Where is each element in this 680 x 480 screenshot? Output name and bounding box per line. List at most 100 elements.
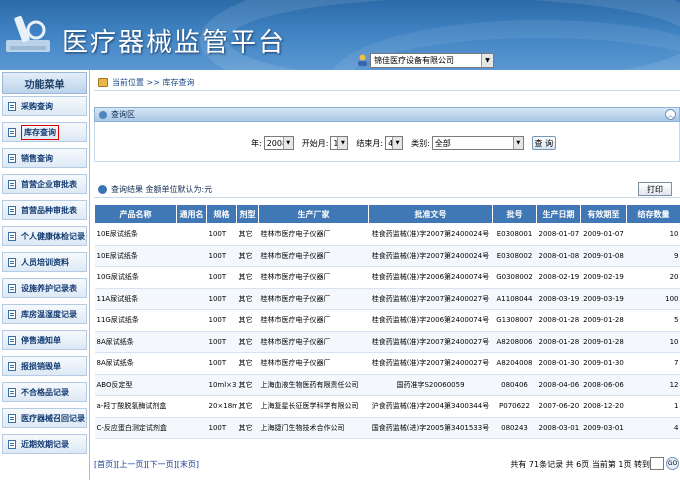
table-cell: 12 xyxy=(626,374,680,396)
next-page-link[interactable]: [下一页] xyxy=(147,460,177,469)
table-cell: 其它 xyxy=(236,266,259,289)
sidebar-item-health-check[interactable]: 个人健康体检记录 xyxy=(2,226,87,246)
document-icon xyxy=(8,127,16,137)
table-cell xyxy=(176,417,207,439)
category-label: 类别: xyxy=(411,138,430,148)
search-button[interactable]: 查 询 xyxy=(531,136,556,150)
chevron-down-icon[interactable]: ▼ xyxy=(481,53,493,67)
category-select[interactable]: 全部 ▼ xyxy=(431,136,524,150)
year-select[interactable]: 2008 ▼ xyxy=(263,136,294,150)
table-cell xyxy=(176,245,207,267)
chevron-down-icon[interactable]: ▼ xyxy=(337,137,348,149)
table-cell: 桂林市医疗电子仪器厂 xyxy=(258,309,369,332)
sidebar-item-facility-maintenance[interactable]: 设施养护记录表 xyxy=(2,278,87,298)
table-cell xyxy=(176,374,207,396)
table-cell xyxy=(176,331,207,353)
sidebar-item-temperature-humidity[interactable]: 库房温湿度记录 xyxy=(2,304,87,324)
table-row[interactable]: 10E尿试纸条 100T 其它 桂林市医疗电子仪器厂 桂食药监械(准)字2007… xyxy=(94,245,680,267)
sidebar-item-stop-sale[interactable]: 停售通知单 xyxy=(2,330,87,350)
sidebar-item-label: 医疗器械召回记录 xyxy=(21,413,85,423)
table-row[interactable]: 10E尿试纸条 100T 其它 桂林市医疗电子仪器厂 桂食药监械(准)字2007… xyxy=(94,223,680,246)
table-cell: 其它 xyxy=(236,352,259,375)
column-header: 生产厂家 xyxy=(258,204,369,224)
sidebar-item-expiry[interactable]: 近期效期记录 xyxy=(2,434,87,454)
app-header: 医疗器械监管平台 锦佳医疗设备有限公司 ▼ xyxy=(0,0,680,70)
pager-links: [首页][上一页][下一页][末页] xyxy=(94,459,199,470)
table-row[interactable]: 11G尿试纸条 100T 其它 桂林市医疗电子仪器厂 桂食药监械(准)字2006… xyxy=(94,309,680,332)
table-cell: 桂食药监械(准)字2006第2400074号 xyxy=(368,266,493,289)
table-cell: 10G尿试纸条 xyxy=(94,266,177,289)
sidebar-item-label: 首营品种审批表 xyxy=(21,205,77,215)
table-cell: 2008-04-06 xyxy=(536,374,581,396)
table-row[interactable]: ABO反定型 10ml×3 其它 上海血液生物医药有限责任公司 国药准字S200… xyxy=(94,374,680,396)
sidebar-item-sales-query[interactable]: 销售查询 xyxy=(2,148,87,168)
start-month-label: 开始月: xyxy=(301,138,329,148)
page-number-input[interactable] xyxy=(650,457,664,470)
sidebar-item-label: 停售通知单 xyxy=(21,335,61,345)
prev-page-link[interactable]: [上一页] xyxy=(116,460,146,469)
sidebar-item-first-enterprise-approval[interactable]: 首营企业审批表 xyxy=(2,174,87,194)
sidebar-item-label: 销售查询 xyxy=(21,153,53,163)
table-cell: 其它 xyxy=(236,331,259,353)
table-cell: A8204008 xyxy=(492,352,537,375)
document-icon xyxy=(8,413,16,423)
table-row[interactable]: 10G尿试纸条 100T 其它 桂林市医疗电子仪器厂 桂食药监械(准)字2006… xyxy=(94,266,680,289)
sidebar-item-label: 库房温湿度记录 xyxy=(21,309,77,319)
sidebar-item-first-variety-approval[interactable]: 首营品种审批表 xyxy=(2,200,87,220)
table-cell: 2009-03-01 xyxy=(580,417,627,439)
table-cell: 10E尿试纸条 xyxy=(94,245,177,267)
table-cell: 桂林市医疗电子仪器厂 xyxy=(258,245,369,267)
sidebar-item-nonconforming[interactable]: 不合格品记录 xyxy=(2,382,87,402)
table-row[interactable]: 8A尿试纸条 100T 其它 桂林市医疗电子仪器厂 桂食药监械(准)字2007第… xyxy=(94,331,680,353)
main-content: 当前位置 >> 库存查询 查询区 ︿ 年: 2008 ▼ 开始月: 1 ▼ 结束… xyxy=(94,70,680,480)
table-cell: 100T xyxy=(206,266,237,289)
column-header: 规格 xyxy=(206,204,237,224)
column-header: 结存数量 xyxy=(626,204,680,224)
pagination-info-text: 共有 71条记录 共 6页 当前第 1页 转到 xyxy=(510,460,650,469)
table-cell: 桂林市医疗电子仪器厂 xyxy=(258,331,369,353)
document-icon xyxy=(8,257,16,267)
table-cell: 7 xyxy=(626,352,680,375)
sidebar-item-inventory-query[interactable]: 库存查询 xyxy=(2,122,87,142)
table-cell: 上海复星长征医学科学有限公司 xyxy=(258,395,369,418)
print-button[interactable]: 打印 xyxy=(638,182,672,196)
chevron-down-icon[interactable]: ▼ xyxy=(512,137,523,149)
start-month-select[interactable]: 1 ▼ xyxy=(330,136,349,150)
company-selector[interactable]: 锦佳医疗设备有限公司 ▼ xyxy=(357,52,494,68)
chevron-down-icon[interactable]: ▼ xyxy=(282,137,293,149)
end-month-select[interactable]: 4 ▼ xyxy=(385,136,404,150)
sidebar-item-label: 不合格品记录 xyxy=(21,387,69,397)
table-cell: a-羟丁酸脱氢酶试剂盒 xyxy=(94,395,177,418)
document-icon xyxy=(8,231,16,241)
table-row[interactable]: a-羟丁酸脱氢酶试剂盒 20×18ml 其它 上海复星长征医学科学有限公司 沪食… xyxy=(94,395,680,418)
table-cell: 其它 xyxy=(236,417,259,439)
sidebar-item-label: 近期效期记录 xyxy=(21,439,69,449)
category-value: 全部 xyxy=(434,138,451,148)
table-cell: 10 xyxy=(626,331,680,353)
table-cell: 2009-01-08 xyxy=(580,245,627,267)
table-cell: 桂食药监械(准)字2006第2400074号 xyxy=(368,309,493,332)
first-page-link[interactable]: [首页] xyxy=(94,460,116,469)
column-header: 剂型 xyxy=(236,204,259,224)
collapse-icon[interactable]: ︿ xyxy=(665,109,676,120)
company-select[interactable]: 锦佳医疗设备有限公司 ▼ xyxy=(370,52,494,68)
sidebar-item-damage-destroy[interactable]: 报损销毁单 xyxy=(2,356,87,376)
go-button[interactable]: GO xyxy=(666,457,679,470)
sidebar-item-label: 首营企业审批表 xyxy=(21,179,77,189)
table-cell xyxy=(176,395,207,418)
table-cell: 8A尿试纸条 xyxy=(94,352,177,375)
chevron-down-icon[interactable]: ▼ xyxy=(392,137,403,149)
table-row[interactable]: 11A尿试纸条 100T 其它 桂林市医疗电子仪器厂 桂食药监械(准)字2007… xyxy=(94,288,680,310)
sidebar-item-recall[interactable]: 医疗器械召回记录 xyxy=(2,408,87,428)
table-cell: 8A尿试纸条 xyxy=(94,331,177,353)
table-row[interactable]: C-反应蛋白测定试剂盒 100T 其它 上海捷门生物技术合作公司 国食药监械(进… xyxy=(94,417,680,439)
table-row[interactable]: 8A尿试纸条 100T 其它 桂林市医疗电子仪器厂 桂食药监械(准)字2007第… xyxy=(94,352,680,375)
table-cell: P070622 xyxy=(492,395,537,418)
last-page-link[interactable]: [末页] xyxy=(177,460,199,469)
sidebar-item-training[interactable]: 人员培训资料 xyxy=(2,252,87,272)
table-cell: C-反应蛋白测定试剂盒 xyxy=(94,417,177,439)
sidebar-item-label: 采购查询 xyxy=(21,101,53,111)
table-cell: 080243 xyxy=(492,417,537,439)
sidebar-item-purchase-query[interactable]: 采购查询 xyxy=(2,96,87,116)
end-month-label: 结束月: xyxy=(356,138,384,148)
